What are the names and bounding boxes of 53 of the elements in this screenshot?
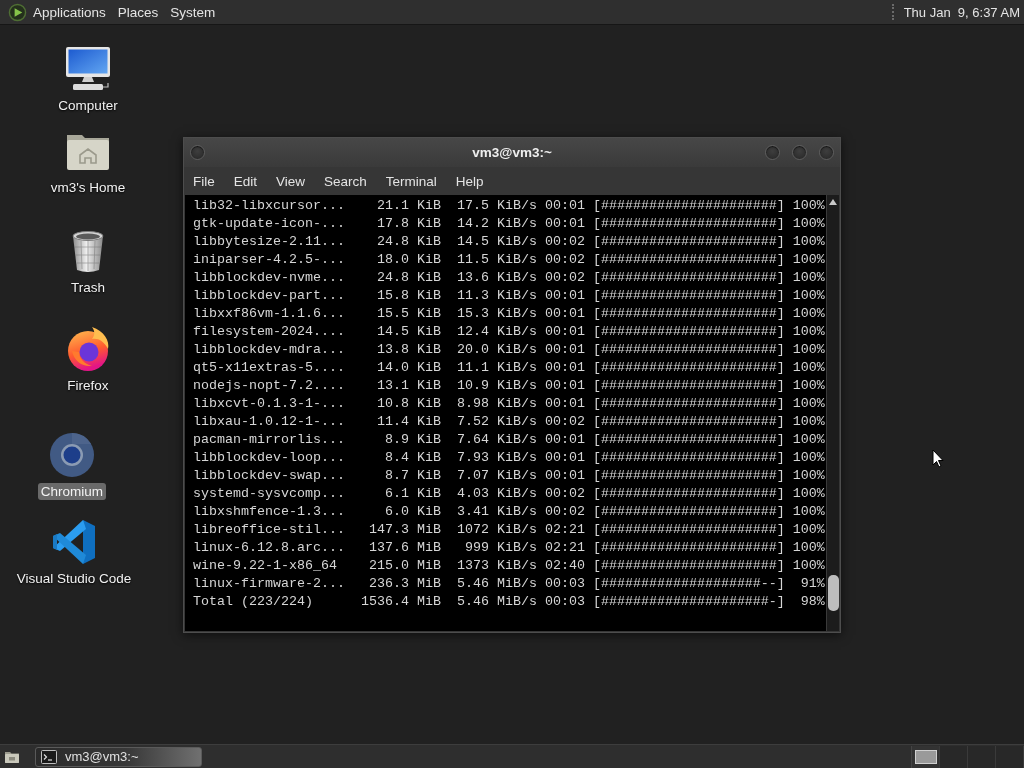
terminal-line: libxcvt-0.1.3-1-... 10.8 KiB 8.98 KiB/s 00:01 [######################] 100% <box>193 395 825 413</box>
desktop-icon-label[interactable]: Computer <box>55 97 121 114</box>
terminal-line: qt5-x11extras-5.... 14.0 KiB 11.1 KiB/s 00:01 [######################] 100% <box>193 359 825 377</box>
workspace-button[interactable] <box>912 745 940 768</box>
scrollbar[interactable] <box>826 195 839 631</box>
folder-icon <box>4 749 20 764</box>
panel-menu[interactable]: System <box>164 1 222 23</box>
terminal-line: pacman-mirrorlis... 8.9 KiB 7.64 KiB/s 00:01 [######################] 100% <box>193 431 825 449</box>
vscode-logo-icon[interactable] <box>50 518 98 566</box>
desktop-icon-label[interactable]: Trash <box>68 279 108 296</box>
terminal-icon <box>41 749 57 764</box>
terminal-line: linux-firmware-2... 236.3 MiB 5.46 MiB/s 00:03 [####################--] 91% <box>193 575 825 593</box>
desktop-icon-label[interactable]: Chromium <box>37 483 107 500</box>
terminal-line: libxxf86vm-1.1.6... 15.5 KiB 15.3 KiB/s 00:01 [######################] 100% <box>193 305 825 323</box>
terminal-line: Total (223/224) 1536.4 MiB 5.46 MiB/s 00:03 [#####################-] 98% <box>193 593 825 611</box>
menu-item[interactable]: File <box>184 169 224 193</box>
scroll-up-arrow-icon[interactable] <box>829 199 837 205</box>
menu-item[interactable]: Search <box>315 169 376 193</box>
terminal-line: systemd-sysvcomp... 6.1 KiB 4.03 KiB/s 00:02 [######################] 100% <box>193 485 825 503</box>
terminal-line: libbytesize-2.11... 24.8 KiB 14.5 KiB/s 00:02 [######################] 100% <box>193 233 825 251</box>
menu-item[interactable]: Help <box>446 169 493 193</box>
menu-logo-icon[interactable] <box>8 2 27 22</box>
panel-menu[interactable]: Places <box>111 1 165 23</box>
terminal-line: libreoffice-stil... 147.3 MiB 1072 KiB/s 02:21 [######################] 100% <box>193 521 825 539</box>
terminal-line: linux-6.12.8.arc... 137.6 MiB 999 KiB/s 02:21 [######################] 100% <box>193 539 825 557</box>
terminal-line: iniparser-4.2.5-... 18.0 KiB 11.5 KiB/s 00:02 [######################] 100% <box>193 251 825 269</box>
terminal-line: libblockdev-loop... 8.4 KiB 7.93 KiB/s 00:01 [######################] 100% <box>193 449 825 467</box>
clock[interactable]: Thu Jan 9, 6:37 AM <box>899 1 1024 23</box>
desktop-icon-label[interactable]: Firefox <box>64 377 112 394</box>
terminal-line: libblockdev-nvme... 24.8 KiB 13.6 KiB/s 00:02 [######################] 100% <box>193 269 825 287</box>
terminal-line: nodejs-nopt-7.2.... 13.1 KiB 10.9 KiB/s 00:01 [######################] 100% <box>193 377 825 395</box>
terminal-line: wine-9.22-1-x86_64 215.0 MiB 1373 KiB/s 02:40 [######################] 100% <box>193 557 825 575</box>
terminal-line: libblockdev-mdra... 13.8 KiB 20.0 KiB/s 00:01 [######################] 100% <box>193 341 825 359</box>
terminal-line: libblockdev-part... 15.8 KiB 11.3 KiB/s 00:01 [######################] 100% <box>193 287 825 305</box>
terminal-line: filesystem-2024.... 14.5 KiB 12.4 KiB/s 00:01 [######################] 100% <box>193 323 825 341</box>
chromium-logo-icon[interactable] <box>48 431 96 479</box>
panel-menu[interactable]: Applications <box>27 1 112 23</box>
monitor-icon[interactable] <box>64 45 112 93</box>
terminal-line: lib32-libxcursor... 21.1 KiB 17.5 KiB/s 00:01 [######################] 100% <box>193 197 825 215</box>
mouse-cursor-icon <box>932 449 944 468</box>
taskbar-button[interactable]: vm3@vm3:~ <box>35 746 202 767</box>
terminal-line: libxshmfence-1.3... 6.0 KiB 3.41 KiB/s 00:02 [######################] 100% <box>193 503 825 521</box>
menu-item[interactable]: View <box>267 169 315 193</box>
window-thumbnail-icon <box>914 749 937 764</box>
scrollbar-thumb[interactable] <box>827 575 839 611</box>
window-title: vm3@vm3:~ <box>472 145 552 160</box>
terminal-line: libblockdev-swap... 8.7 KiB 7.07 KiB/s 00:01 [######################] 100% <box>193 467 825 485</box>
terminal-line: gtk-update-icon-... 17.8 KiB 14.2 KiB/s 00:01 [######################] 100% <box>193 215 825 233</box>
desktop-icon-label[interactable]: vm3's Home <box>47 179 129 196</box>
menu-item[interactable]: Edit <box>224 169 267 193</box>
desktop-icon-label[interactable]: Visual Studio Code <box>13 570 135 587</box>
menu-item[interactable]: Terminal <box>376 169 446 193</box>
terminal-line: libxau-1.0.12-1-... 11.4 KiB 7.52 KiB/s 00:02 [######################] 100% <box>193 413 825 431</box>
